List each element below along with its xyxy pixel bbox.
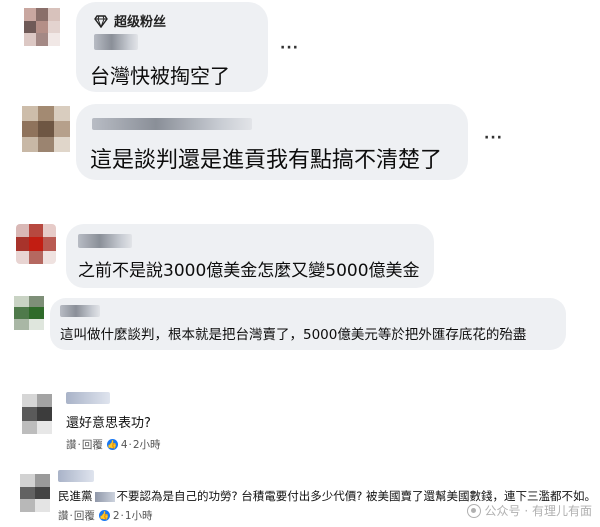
avatar[interactable] <box>24 8 60 46</box>
redacted-blur <box>94 491 115 502</box>
avatar[interactable] <box>14 296 44 330</box>
timestamp: 2小時 <box>132 439 161 451</box>
reply-button[interactable]: 回覆 <box>82 437 103 452</box>
diamond-icon <box>94 14 108 28</box>
username[interactable] <box>58 470 94 482</box>
comment-text: 台灣快被掏空了 <box>90 64 230 88</box>
like-button[interactable]: 讚 <box>66 437 77 452</box>
comment-bubble: 之前不是說3000億美金怎麼又變5000億美金 <box>66 224 434 288</box>
like-count: 2 <box>112 509 120 522</box>
comment-bubble: 這叫做什麼談判，根本就是把台灣賣了，5000億美元等於把外匯存底花的殆盡 <box>50 298 566 350</box>
like-count: 4 <box>120 438 128 451</box>
comment-text-prefix: 民進黨 <box>58 489 93 503</box>
thumbs-up-icon: 👍 <box>98 510 110 521</box>
more-options-icon[interactable]: ··· <box>280 40 299 56</box>
username[interactable] <box>60 305 100 317</box>
comment-bubble: 這是談判還是進貢我有點搞不清楚了 <box>76 104 468 180</box>
watermark: 公众号 · 有理儿有面 <box>466 502 592 519</box>
separator: · <box>120 509 124 522</box>
reply-button[interactable]: 回覆 <box>74 508 95 523</box>
watermark-text: 公众号 · 有理儿有面 <box>484 504 592 518</box>
comment-actions: 讚 · 回覆 👍 4 · 2小時 <box>66 437 161 452</box>
like-button[interactable]: 讚 <box>58 508 69 523</box>
avatar[interactable] <box>20 474 50 512</box>
username[interactable] <box>78 234 132 248</box>
badge-label: 超级粉丝 <box>114 15 167 30</box>
comment-text: 還好意思表功? <box>66 416 151 431</box>
super-fan-badge: 超级粉丝 <box>94 11 166 30</box>
username[interactable] <box>66 392 110 404</box>
username[interactable] <box>92 118 252 130</box>
avatar[interactable] <box>22 394 52 434</box>
comment-text: 之前不是說3000億美金怎麼又變5000億美金 <box>78 261 420 281</box>
comment-text: 這是談判還是進貢我有點搞不清楚了 <box>90 148 443 173</box>
more-options-icon[interactable]: ··· <box>484 130 503 146</box>
comment-text-body: 不要認為是自己的功勞? 台積電要付出多少代價? 被美國賣了還幫美國數錢，連下三濫… <box>116 489 597 503</box>
avatar[interactable] <box>22 106 70 152</box>
wechat-account-icon <box>466 503 481 518</box>
separator: · <box>69 509 73 522</box>
separator: · <box>128 438 132 451</box>
comment-bubble: 超级粉丝 台灣快被掏空了 <box>76 2 268 92</box>
comment-actions: 讚 · 回覆 👍 2 · 1小時 <box>58 508 153 523</box>
comment-text: 這叫做什麼談判，根本就是把台灣賣了，5000億美元等於把外匯存底花的殆盡 <box>60 327 527 343</box>
avatar[interactable] <box>16 224 56 264</box>
thumbs-up-icon: 👍 <box>106 439 118 450</box>
timestamp: 1小時 <box>124 510 153 522</box>
separator: · <box>77 438 81 451</box>
username[interactable] <box>94 34 138 50</box>
